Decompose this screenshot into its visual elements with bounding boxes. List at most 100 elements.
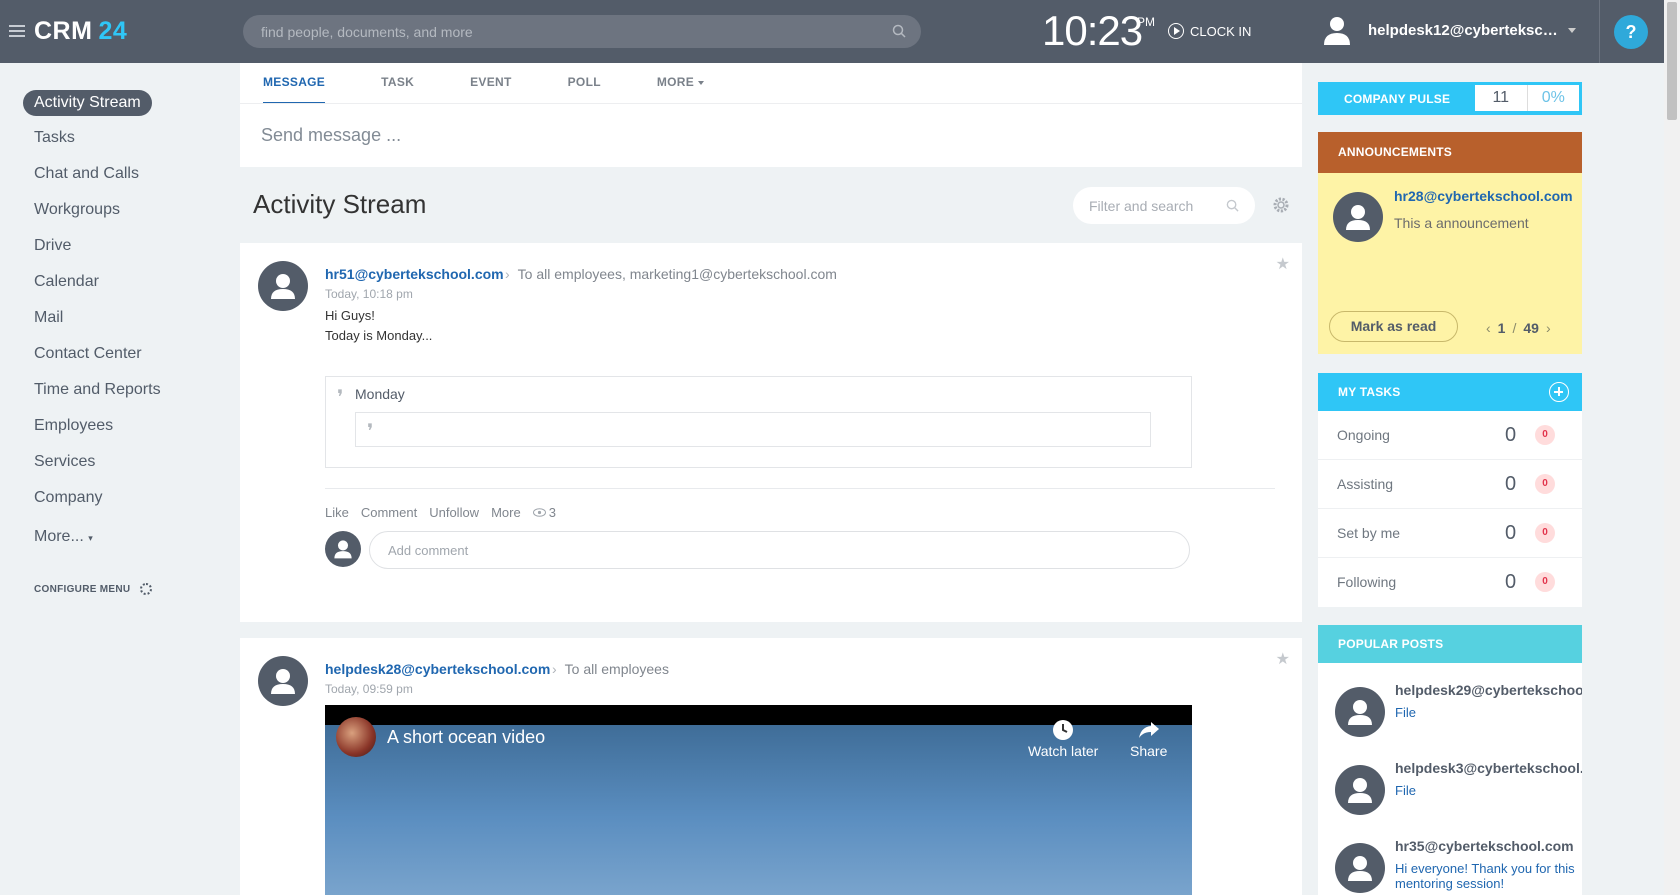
clock-in-button[interactable]: CLOCK IN	[1168, 23, 1251, 39]
tab-task[interactable]: TASK	[381, 63, 414, 104]
sidebar-item-calendar[interactable]: Calendar	[34, 273, 99, 291]
video-player[interactable]: A short ocean video Watch later Share	[325, 705, 1192, 895]
channel-avatar[interactable]	[336, 717, 376, 757]
clock-ampm: PM	[1137, 15, 1155, 29]
configure-menu-button[interactable]: CONFIGURE MENU	[34, 583, 153, 595]
post-text-line1: Hi Guys!	[325, 308, 375, 323]
user-icon	[1348, 778, 1372, 803]
avatar	[1335, 687, 1385, 737]
divider	[240, 103, 1302, 104]
search-input[interactable]	[261, 15, 861, 48]
tab-more[interactable]: MORE	[657, 63, 705, 104]
clock-time: 10:23	[1042, 7, 1143, 54]
popular-post-author[interactable]: helpdesk3@cybertekschool.com	[1395, 760, 1582, 776]
sidebar-more-label: More...	[34, 528, 84, 545]
task-row-ongoing[interactable]: Ongoing 0 0	[1318, 411, 1582, 460]
star-icon[interactable]: ★	[1276, 649, 1290, 669]
post-author[interactable]: helpdesk28@cybertekschool.com	[325, 661, 550, 677]
sidebar-item-workgroups[interactable]: Workgroups	[34, 201, 120, 219]
task-row-count: 0	[1505, 473, 1517, 495]
task-row-set-by-me[interactable]: Set by me 0 0	[1318, 509, 1582, 558]
company-pulse[interactable]: COMPANY PULSE 11 0%	[1318, 82, 1582, 115]
user-icon	[271, 669, 295, 694]
avatar[interactable]	[1333, 192, 1383, 242]
user-icon	[271, 274, 295, 299]
post-destination: › To all employees, marketing1@cyberteksc…	[505, 266, 837, 282]
sidebar-item-time-and-reports[interactable]: Time and Reports	[34, 381, 161, 399]
my-tasks-title[interactable]: MY TASKS	[1338, 385, 1401, 399]
sidebar-item-mail[interactable]: Mail	[34, 309, 63, 327]
watch-later-button[interactable]: Watch later	[1028, 717, 1098, 759]
like-button[interactable]: Like	[325, 505, 349, 520]
hamburger-menu-icon[interactable]	[9, 25, 25, 37]
gear-icon[interactable]	[1272, 196, 1290, 214]
star-icon[interactable]: ★	[1276, 254, 1290, 274]
avatar[interactable]	[258, 261, 308, 311]
announcement-author[interactable]: hr28@cybertekschool.com	[1394, 188, 1573, 204]
task-row-following[interactable]: Following 0 0	[1318, 558, 1582, 607]
tab-message[interactable]: MESSAGE	[263, 63, 326, 104]
unfollow-button[interactable]: Unfollow	[429, 505, 479, 520]
play-icon	[1168, 23, 1184, 39]
sidebar-item-employees[interactable]: Employees	[34, 417, 113, 435]
user-icon	[334, 540, 352, 559]
mark-as-read-button[interactable]: Mark as read	[1329, 311, 1458, 342]
task-row-badge: 0	[1535, 572, 1555, 592]
popular-post-text[interactable]: Hi everyone! Thank you for this mentorin…	[1395, 861, 1575, 891]
page-scrollbar[interactable]	[1664, 0, 1680, 895]
video-title[interactable]: A short ocean video	[387, 727, 545, 748]
sidebar-item-drive[interactable]: Drive	[34, 237, 71, 255]
configure-menu-label: CONFIGURE MENU	[34, 583, 131, 595]
post-time[interactable]: Today, 09:59 pm	[325, 682, 413, 696]
post-author[interactable]: hr51@cybertekschool.com	[325, 266, 504, 282]
pulse-count: 11	[1475, 85, 1528, 111]
feed-post: helpdesk28@cybertekschool.com › To all em…	[240, 638, 1302, 895]
scrollbar-thumb[interactable]	[1667, 2, 1677, 120]
company-pulse-label: COMPANY PULSE	[1344, 92, 1451, 106]
post-quote: ❜ Monday ❜	[325, 376, 1192, 468]
user-icon	[1348, 856, 1372, 881]
filter-search-input[interactable]: Filter and search	[1073, 187, 1255, 224]
send-message-input[interactable]: Send message ...	[261, 125, 401, 146]
clock-icon	[1053, 720, 1074, 740]
nested-quote: ❜	[355, 412, 1151, 447]
views-counter[interactable]: 3	[532, 505, 556, 520]
sidebar-item-chat-and-calls[interactable]: Chat and Calls	[34, 165, 139, 183]
chevron-right-icon[interactable]: ›	[1546, 320, 1551, 336]
popular-post-author[interactable]: hr35@cybertekschool.com	[1395, 838, 1574, 854]
comment-button[interactable]: Comment	[361, 505, 417, 520]
chevron-left-icon[interactable]: ‹	[1486, 320, 1491, 336]
task-row-badge: 0	[1535, 523, 1555, 543]
help-button[interactable]: ?	[1614, 15, 1648, 49]
sidebar-item-company[interactable]: Company	[34, 489, 102, 507]
add-task-icon[interactable]	[1549, 382, 1569, 402]
tab-event[interactable]: EVENT	[470, 63, 512, 104]
popular-post-text[interactable]: File	[1395, 705, 1575, 720]
search-icon	[1226, 199, 1239, 212]
logo[interactable]: CRM 24	[34, 17, 127, 46]
add-comment-input[interactable]: Add comment	[369, 531, 1190, 569]
announcement-text[interactable]: This a announcement	[1394, 215, 1529, 231]
sidebar-item-tasks[interactable]: Tasks	[34, 129, 75, 147]
avatar[interactable]	[258, 656, 308, 706]
popular-post-text[interactable]: File	[1395, 783, 1575, 798]
task-row-label: Ongoing	[1337, 427, 1390, 443]
my-tasks-widget: MY TASKS Ongoing 0 0 Assisting 0 0 Set by me…	[1318, 373, 1582, 607]
more-button[interactable]: More	[491, 505, 521, 520]
user-menu[interactable]: helpdesk12@cybertekschool.com	[1324, 15, 1576, 45]
task-row-assisting[interactable]: Assisting 0 0	[1318, 460, 1582, 509]
sidebar-item-services[interactable]: Services	[34, 453, 95, 471]
filter-placeholder: Filter and search	[1089, 198, 1194, 214]
views-count: 3	[548, 505, 556, 520]
chevron-down-icon	[698, 80, 705, 85]
popular-post-author[interactable]: helpdesk29@cybertekschool.com	[1395, 682, 1582, 698]
share-button[interactable]: Share	[1130, 717, 1167, 759]
search-icon[interactable]	[892, 24, 906, 38]
sidebar-item-activity-stream[interactable]: Activity Stream	[23, 90, 152, 116]
sidebar-item-contact-center[interactable]: Contact Center	[34, 345, 142, 363]
sidebar-item-more[interactable]: More... ▾	[34, 528, 93, 546]
global-search[interactable]	[243, 15, 921, 48]
pulse-stats: 11 0%	[1475, 85, 1579, 111]
tab-poll[interactable]: POLL	[568, 63, 601, 104]
post-time[interactable]: Today, 10:18 pm	[325, 287, 413, 301]
